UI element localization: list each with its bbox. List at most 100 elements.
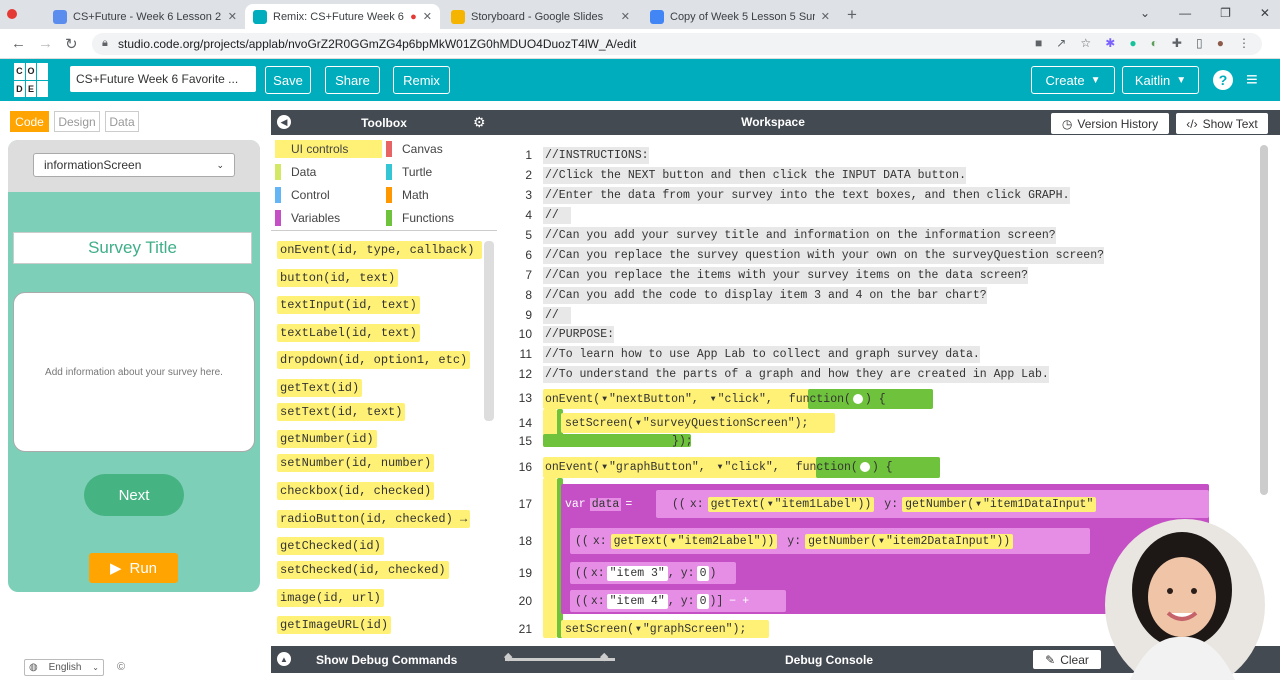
- category-canvas[interactable]: Canvas: [386, 140, 443, 158]
- forward-icon[interactable]: →: [38, 35, 53, 52]
- dropdown-icon[interactable]: ▼: [711, 395, 716, 404]
- comment-block[interactable]: //Can you add your survey title and info…: [543, 227, 1056, 244]
- variable-name[interactable]: data: [589, 497, 622, 511]
- category-functions[interactable]: Functions: [386, 209, 454, 227]
- puzzle-icon[interactable]: ✚: [1172, 36, 1182, 50]
- comment-block[interactable]: //Click the NEXT button and then click t…: [543, 167, 966, 184]
- browser-tab-3[interactable]: Storyboard - Google Slides ✕: [443, 4, 638, 29]
- tab-group-dot[interactable]: [7, 9, 17, 19]
- category-control[interactable]: Control: [275, 186, 330, 204]
- reload-icon[interactable]: ↻: [65, 35, 78, 53]
- palette-block[interactable]: checkbox(id, checked): [277, 482, 435, 500]
- comment-block[interactable]: //Enter the data from your survey into t…: [543, 187, 1070, 204]
- string-literal[interactable]: "click": [724, 461, 772, 474]
- palette-block[interactable]: button(id, text): [277, 269, 399, 287]
- string-literal[interactable]: "graphButton": [609, 461, 699, 474]
- palette-block[interactable]: dropdown(id, option1, etc): [277, 351, 471, 369]
- param-slot[interactable]: [859, 462, 870, 472]
- string-literal[interactable]: "nextButton": [609, 393, 692, 406]
- palette-block[interactable]: setText(id, text): [277, 403, 406, 421]
- language-select[interactable]: ◍ English ⌄: [24, 659, 104, 676]
- comment-block[interactable]: //Can you replace the survey question wi…: [543, 247, 1104, 264]
- comment-block[interactable]: //Can you replace the items with your su…: [543, 267, 1029, 284]
- dropdown-icon[interactable]: ▼: [768, 500, 773, 509]
- category-ui-controls[interactable]: UI controls: [275, 140, 382, 158]
- palette-block[interactable]: getChecked(id): [277, 537, 384, 555]
- collapse-toolbox-icon[interactable]: ◀: [277, 115, 291, 129]
- string-literal[interactable]: "surveyQuestionScreen": [643, 417, 795, 430]
- palette-block[interactable]: getImageURL(id): [277, 616, 392, 634]
- comment-block[interactable]: //: [543, 207, 571, 224]
- camera-icon[interactable]: ■: [1035, 36, 1042, 50]
- string-literal[interactable]: "item1Label": [775, 498, 858, 511]
- workspace-scrollbar[interactable]: [1260, 145, 1268, 495]
- comment-block[interactable]: //PURPOSE:: [543, 326, 615, 343]
- share-icon[interactable]: ↗: [1056, 36, 1066, 50]
- close-icon[interactable]: ✕: [423, 10, 432, 23]
- next-button[interactable]: Next: [84, 474, 184, 516]
- remove-item-icon[interactable]: −: [729, 595, 736, 608]
- version-history-button[interactable]: ◷ Version History: [1051, 113, 1169, 134]
- param-slot[interactable]: [852, 394, 863, 404]
- expand-debug-icon[interactable]: ▲: [277, 652, 291, 666]
- code-logo[interactable]: C O D E: [14, 63, 48, 97]
- back-icon[interactable]: ←: [11, 35, 26, 52]
- dropdown-icon[interactable]: ▼: [671, 537, 676, 546]
- palette-block[interactable]: image(id, url): [277, 589, 384, 607]
- tab-search-icon[interactable]: ⌄: [1140, 6, 1150, 20]
- close-icon[interactable]: ✕: [821, 10, 830, 23]
- palette-block[interactable]: getNumber(id): [277, 430, 377, 448]
- palette-block[interactable]: textLabel(id, text): [277, 324, 420, 342]
- close-window-icon[interactable]: ✕: [1260, 6, 1270, 20]
- share-button[interactable]: Share: [325, 66, 380, 94]
- minimize-icon[interactable]: —: [1179, 6, 1191, 20]
- avatar[interactable]: ●: [1217, 36, 1224, 50]
- user-dropdown[interactable]: Kaitlin ▼: [1122, 66, 1199, 94]
- mode-design-button[interactable]: Design: [54, 111, 100, 132]
- dropdown-icon[interactable]: ▼: [636, 625, 641, 634]
- comment-block[interactable]: //Can you add the code to display item 3…: [543, 287, 987, 304]
- string-literal[interactable]: "click": [718, 393, 766, 406]
- browser-tab-2[interactable]: Remix: CS+Future Week 6 Fa ● ✕: [245, 4, 440, 29]
- number-block[interactable]: 0: [696, 593, 710, 609]
- extension-icons[interactable]: ■ ↗ ☆ ✱ ● ◐ ✚ ▯ ● ⋮: [1035, 36, 1250, 50]
- number-block[interactable]: 0: [696, 565, 710, 581]
- dropdown-icon[interactable]: ▼: [602, 395, 607, 404]
- help-icon[interactable]: ?: [1213, 70, 1233, 90]
- url-text[interactable]: studio.code.org/projects/applab/nvoGrZ2R…: [118, 37, 636, 51]
- run-button[interactable]: ▶ Run: [89, 553, 178, 583]
- save-button[interactable]: Save: [265, 66, 311, 94]
- debug-speed-slider[interactable]: [505, 658, 615, 661]
- mode-data-button[interactable]: Data: [105, 111, 139, 132]
- browser-tab-4[interactable]: Copy of Week 5 Lesson 5 Survey ✕: [642, 4, 838, 29]
- getnumber-block[interactable]: getNumber( ▼ "item1DataInput": [902, 496, 1097, 512]
- settings-gear-icon[interactable]: ⚙: [473, 114, 486, 131]
- show-debug-commands[interactable]: Show Debug Commands: [316, 653, 457, 667]
- dropdown-icon[interactable]: ▼: [879, 537, 884, 546]
- comment-block[interactable]: //: [543, 307, 571, 324]
- palette-block[interactable]: setChecked(id, checked): [277, 561, 449, 579]
- string-block[interactable]: "item 3": [606, 565, 668, 581]
- dropdown-icon[interactable]: ▼: [718, 463, 723, 472]
- comment-block[interactable]: //INSTRUCTIONS:: [543, 147, 649, 164]
- star-icon[interactable]: ☆: [1080, 36, 1091, 50]
- string-literal[interactable]: "item2DataInput": [886, 535, 996, 548]
- palette-block[interactable]: onEvent(id, type, callback): [277, 241, 482, 259]
- string-literal[interactable]: "graphScreen": [643, 623, 733, 636]
- dropdown-icon[interactable]: ▼: [976, 500, 981, 509]
- gettext-block[interactable]: getText( ▼ "item2Label" )): [610, 533, 778, 549]
- copyright-icon[interactable]: ©: [117, 661, 125, 673]
- browser-tab-1[interactable]: CS+Future - Week 6 Lesson 2 ✕: [45, 4, 245, 29]
- sidebar-icon[interactable]: ▯: [1196, 36, 1203, 50]
- palette-scrollbar[interactable]: [484, 241, 494, 421]
- extension-gear-icon[interactable]: ✱: [1105, 36, 1115, 50]
- screen-select[interactable]: informationScreen ⌄: [33, 153, 235, 177]
- string-literal[interactable]: "item2Label": [678, 535, 761, 548]
- dropdown-icon[interactable]: ▼: [636, 419, 641, 428]
- mode-code-button[interactable]: Code: [10, 111, 49, 132]
- string-literal[interactable]: "item1DataInput": [983, 498, 1093, 511]
- window-controls[interactable]: ⌄ — ❐ ✕: [1140, 6, 1270, 20]
- close-icon[interactable]: ✕: [621, 10, 630, 23]
- category-data[interactable]: Data: [275, 163, 316, 181]
- hamburger-menu-icon[interactable]: ≡: [1246, 69, 1258, 92]
